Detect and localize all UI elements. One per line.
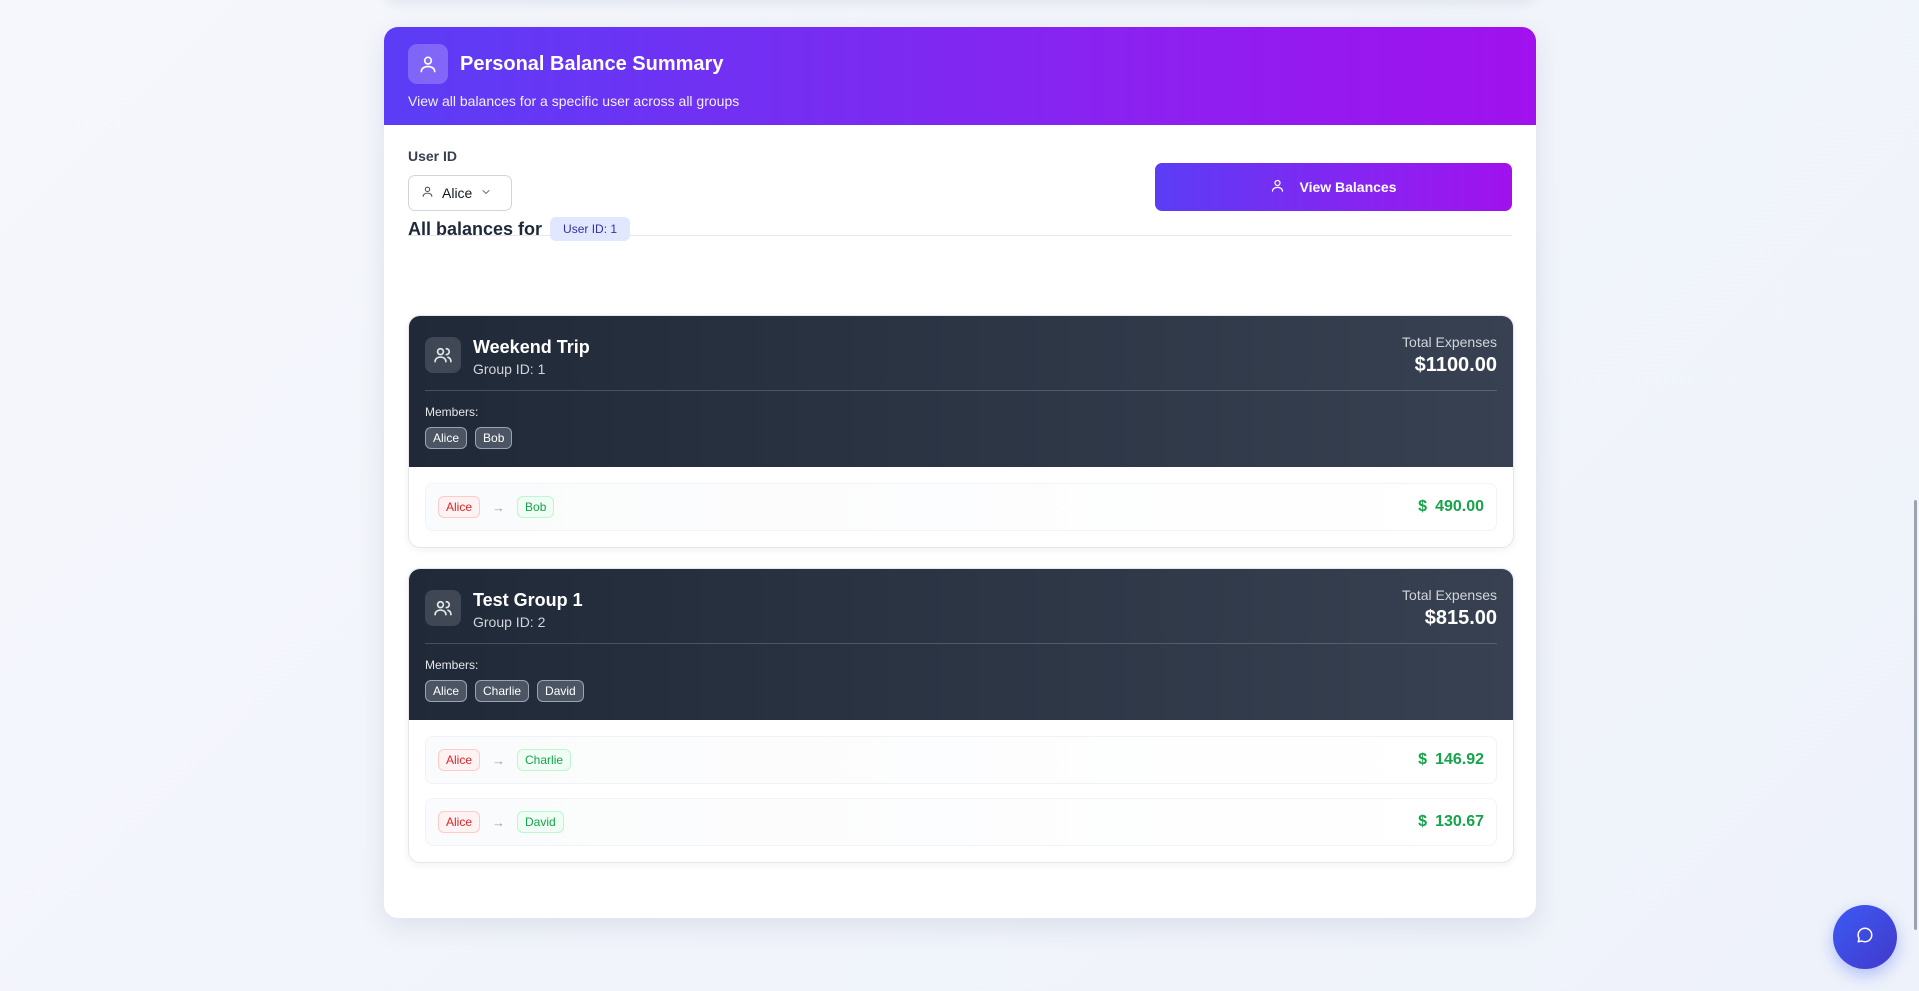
- view-balances-label: View Balances: [1299, 179, 1397, 195]
- balances-heading: All balances for User ID: 1: [408, 217, 631, 241]
- member-chip: Alice: [425, 680, 468, 702]
- arrow-right-icon: →: [492, 499, 506, 515]
- users-icon: [425, 590, 461, 626]
- member-chip: Bob: [475, 427, 513, 449]
- dollar-icon: $: [1418, 751, 1428, 768]
- total-expenses-value: $1100.00: [1414, 354, 1497, 376]
- card-header: Personal Balance Summary View all balanc…: [384, 27, 1536, 125]
- members-list: Alice Bob: [425, 427, 1497, 449]
- page-subtitle: View all balances for a specific user ac…: [408, 93, 740, 109]
- member-chip: Alice: [425, 427, 468, 449]
- user-icon: [1270, 178, 1285, 196]
- total-expenses-label: Total Expenses: [1402, 334, 1497, 350]
- group-header: Test Group 1 Group ID: 2 Total Expenses …: [409, 569, 1513, 720]
- members-label: Members:: [425, 405, 479, 419]
- group-id: Group ID: 2: [473, 614, 546, 630]
- transaction-amount: 130.67: [1435, 813, 1484, 830]
- user-id-label: User ID: [408, 148, 458, 164]
- chat-button[interactable]: [1833, 905, 1897, 969]
- creditor-chip: David: [517, 811, 564, 833]
- chat-icon: [1856, 926, 1874, 949]
- user-select[interactable]: Alice: [408, 175, 512, 211]
- creditor-chip: Bob: [517, 496, 555, 518]
- group-card: Test Group 1 Group ID: 2 Total Expenses …: [408, 568, 1514, 863]
- personal-balance-card: Personal Balance Summary View all balanc…: [384, 27, 1536, 918]
- transaction-amount: 146.92: [1435, 751, 1484, 768]
- transaction-row: Alice → David $ 130.67: [425, 798, 1497, 846]
- arrow-right-icon: →: [492, 814, 506, 830]
- balances-title: All balances for: [408, 218, 543, 239]
- user-id-badge: User ID: 1: [550, 217, 631, 241]
- scrollbar-thumb[interactable]: [1914, 500, 1917, 930]
- dollar-icon: $: [1418, 498, 1428, 515]
- members-list: Alice Charlie David: [425, 680, 1497, 702]
- arrow-right-icon: →: [492, 752, 506, 768]
- group-name: Weekend Trip: [473, 337, 590, 357]
- group-card: Weekend Trip Group ID: 1 Total Expenses …: [408, 315, 1514, 548]
- group-id: Group ID: 1: [473, 361, 546, 377]
- transaction-amount: 490.00: [1435, 498, 1484, 515]
- transaction-row: Alice → Bob $ 490.00: [425, 483, 1497, 531]
- debtor-chip: Alice: [438, 749, 481, 771]
- members-label: Members:: [425, 658, 479, 672]
- page-title: Personal Balance Summary: [460, 52, 724, 75]
- users-icon: [425, 337, 461, 373]
- member-chip: Charlie: [475, 680, 530, 702]
- chevron-down-icon: [480, 185, 492, 201]
- member-chip: David: [537, 680, 584, 702]
- debtor-chip: Alice: [438, 496, 481, 518]
- total-expenses-value: $815.00: [1424, 607, 1497, 629]
- user-icon: [408, 44, 448, 84]
- transactions-list: Alice → Bob $ 490.00: [409, 467, 1513, 547]
- transaction-row: Alice → Charlie $ 146.92: [425, 736, 1497, 784]
- total-expenses-label: Total Expenses: [1402, 587, 1497, 603]
- user-icon: [421, 185, 434, 201]
- debtor-chip: Alice: [438, 811, 481, 833]
- creditor-chip: Charlie: [517, 749, 572, 771]
- group-header: Weekend Trip Group ID: 1 Total Expenses …: [409, 316, 1513, 467]
- group-name: Test Group 1: [473, 590, 583, 610]
- dollar-icon: $: [1418, 813, 1428, 830]
- transactions-list: Alice → Charlie $ 146.92 Alice → David $…: [409, 720, 1513, 862]
- selected-user: Alice: [442, 185, 473, 201]
- view-balances-button[interactable]: View Balances: [1155, 163, 1512, 211]
